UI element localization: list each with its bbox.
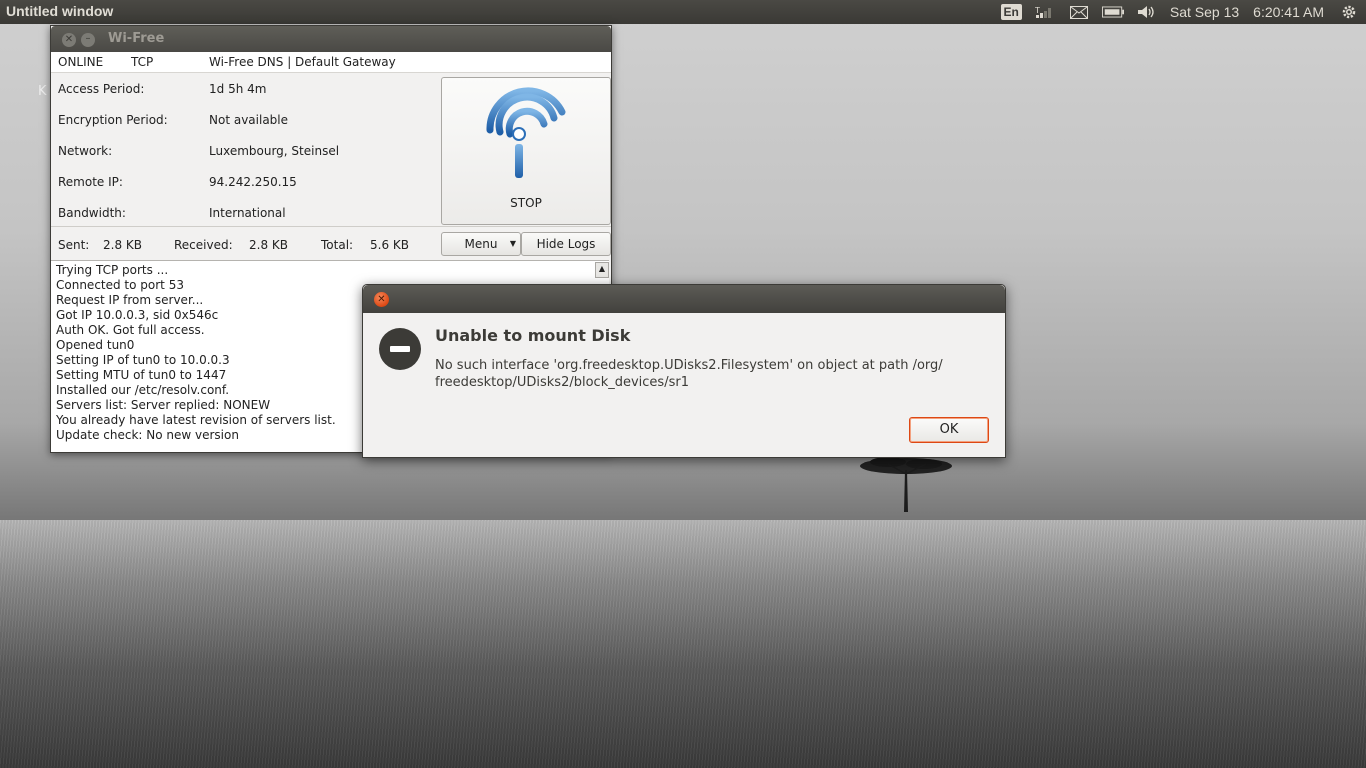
- clock-time[interactable]: 6:20:41 AM: [1253, 4, 1324, 20]
- ok-button[interactable]: OK: [909, 417, 989, 443]
- top-panel: Untitled window En T Sat Sep 13 6:20:41 …: [0, 0, 1366, 24]
- log-line: Trying TCP ports ...: [56, 263, 169, 277]
- stop-label: STOP: [510, 196, 542, 210]
- divider: [51, 226, 611, 227]
- network-icon[interactable]: T: [1034, 3, 1056, 21]
- access-period-value: 1d 5h 4m: [209, 82, 267, 96]
- online-status: ONLINE: [58, 55, 104, 69]
- dialog-heading: Unable to mount Disk: [435, 326, 631, 345]
- access-period-label: Access Period:: [58, 82, 145, 96]
- wifree-title: Wi-Free: [108, 31, 165, 46]
- protocol-label: TCP: [131, 55, 154, 69]
- error-icon: [379, 328, 421, 370]
- stop-button[interactable]: STOP: [441, 77, 611, 225]
- bandwidth-value: International: [209, 206, 286, 220]
- connection-status-row: ONLINE TCP Wi-Free DNS | Default Gateway: [51, 52, 611, 73]
- dns-label: Wi-Free DNS | Default Gateway: [209, 55, 396, 69]
- network-value: Luxembourg, Steinsel: [209, 144, 340, 158]
- gear-icon[interactable]: [1338, 3, 1360, 21]
- volume-icon[interactable]: [1136, 3, 1158, 21]
- hide-logs-label: Hide Logs: [536, 237, 596, 251]
- keyboard-layout-indicator[interactable]: En: [1000, 4, 1022, 20]
- desktop-icon-label: K: [38, 84, 47, 99]
- wifi-signal-icon: [486, 87, 566, 178]
- dialog-titlebar[interactable]: ✕: [363, 285, 1005, 313]
- active-window-title: Untitled window: [6, 3, 114, 19]
- clock-date[interactable]: Sat Sep 13: [1170, 4, 1239, 20]
- total-value: 5.6 KB: [370, 238, 409, 252]
- remote-ip-label: Remote IP:: [58, 175, 123, 189]
- mail-icon[interactable]: [1068, 3, 1090, 21]
- encryption-period-label: Encryption Period:: [58, 113, 168, 127]
- mount-error-dialog: ✕ Unable to mount Disk No such interface…: [362, 284, 1006, 458]
- dropdown-arrow-icon: ▼: [509, 239, 516, 248]
- menu-button[interactable]: Menu ▼: [441, 232, 521, 256]
- total-label: Total:: [321, 238, 354, 252]
- scroll-up-arrow-icon[interactable]: ▲: [595, 262, 609, 278]
- received-label: Received:: [174, 238, 233, 252]
- network-label: Network:: [58, 144, 113, 158]
- system-tray: En T Sat Sep 13 6:20:41 AM: [1000, 0, 1366, 24]
- sent-label: Sent:: [58, 238, 90, 252]
- svg-text:T: T: [1035, 6, 1040, 15]
- sent-value: 2.8 KB: [103, 238, 142, 252]
- dialog-message-line: freedesktop/UDisks2/block_devices/sr1: [435, 375, 689, 390]
- wallpaper-grass: [0, 520, 1366, 768]
- wifree-titlebar[interactable]: ✕ – Wi-Free: [51, 26, 611, 52]
- menu-label: Menu: [464, 237, 498, 251]
- close-icon[interactable]: ✕: [62, 33, 76, 47]
- received-value: 2.8 KB: [249, 238, 288, 252]
- encryption-period-value: Not available: [209, 113, 289, 127]
- wallpaper-tree: [860, 457, 952, 512]
- remote-ip-value: 94.242.250.15: [209, 175, 297, 189]
- dialog-message: No such interface 'org.freedesktop.UDisk…: [435, 357, 975, 391]
- battery-icon[interactable]: [1101, 3, 1124, 21]
- bandwidth-label: Bandwidth:: [58, 206, 126, 220]
- close-icon[interactable]: ✕: [374, 292, 389, 307]
- dialog-message-line: No such interface 'org.freedesktop.UDisk…: [435, 358, 943, 373]
- hide-logs-button[interactable]: Hide Logs: [521, 232, 611, 256]
- minimize-icon[interactable]: –: [81, 33, 95, 47]
